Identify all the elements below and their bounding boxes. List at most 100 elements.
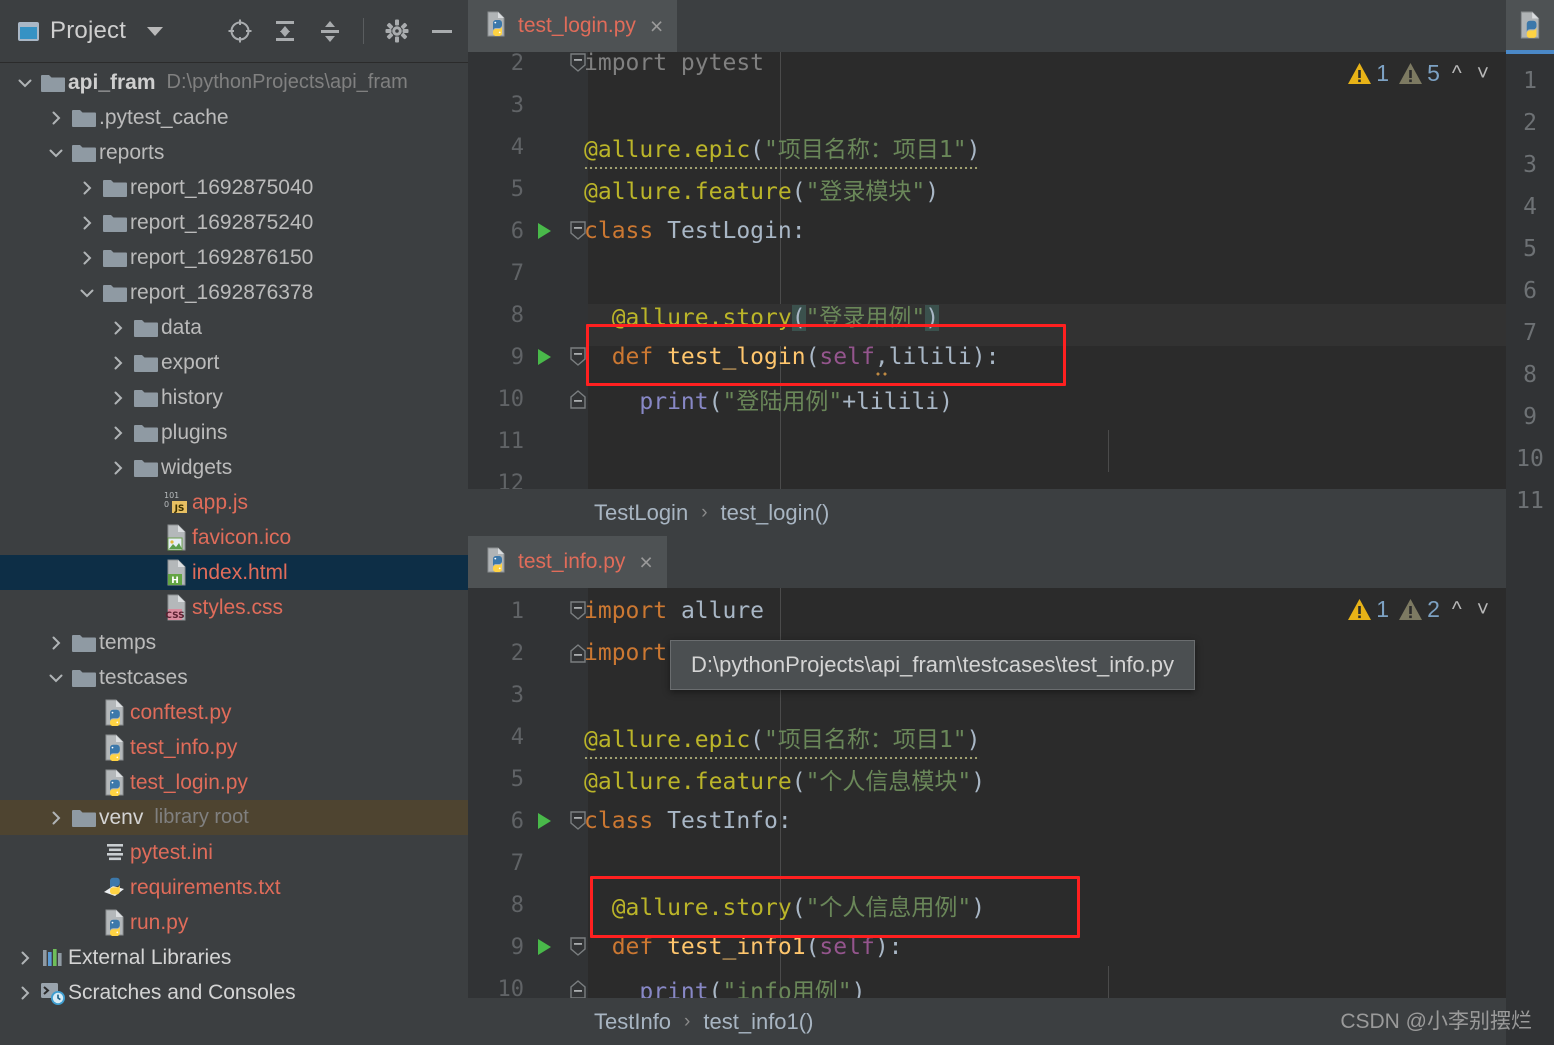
editor-body-bottom[interactable]: 1 2 ^ ˅ 1 import allure 2 import 3 4 @allure.e…: [468, 588, 1554, 998]
chevron-right-icon[interactable]: [74, 179, 100, 197]
chevron-right-icon[interactable]: [43, 809, 69, 827]
tree-row-index-html[interactable]: H index.html: [0, 555, 468, 590]
tree-row-export[interactable]: export: [0, 345, 468, 380]
code-line[interactable]: 9 def test_login(self,lilili):: [468, 336, 1554, 378]
tree-row-testcases[interactable]: testcases: [0, 660, 468, 695]
close-icon[interactable]: ×: [650, 14, 663, 38]
chevron-down-icon[interactable]: [147, 26, 164, 36]
right-strip-tab[interactable]: [1506, 0, 1554, 54]
tree-row-report-1692876378[interactable]: report_1692876378: [0, 275, 468, 310]
code-line[interactable]: 6 class TestInfo:: [468, 800, 1554, 842]
tree-row-temps[interactable]: temps: [0, 625, 468, 660]
chevron-right-icon[interactable]: [105, 459, 131, 477]
chevron-down-icon[interactable]: [12, 74, 38, 92]
tree-row-report-1692875040[interactable]: report_1692875040: [0, 170, 468, 205]
tree-row-scratches-and-consoles[interactable]: Scratches and Consoles: [0, 975, 468, 1010]
chevron-right-icon[interactable]: [105, 424, 131, 442]
breadcrumb-top[interactable]: TestLogin › test_login(): [468, 489, 1554, 536]
project-dropdown[interactable]: Project: [18, 17, 164, 45]
tree-row-api-fram[interactable]: api_fram D:\pythonProjects\api_fram: [0, 65, 468, 100]
code-content-top[interactable]: 2 import pytest 3 4 @allure.epic("项目名称：项目1")…: [468, 52, 1554, 489]
tree-row-styles-css[interactable]: CSS styles.css: [0, 590, 468, 625]
code-line[interactable]: 6 class TestLogin:: [468, 210, 1554, 252]
project-file-tree[interactable]: api_fram D:\pythonProjects\api_fram .pytes…: [0, 63, 468, 1045]
chevron-right-icon[interactable]: [105, 354, 131, 372]
code-line[interactable]: 5 @allure.feature("个人信息模块"): [468, 758, 1554, 800]
folder-icon: [100, 212, 130, 234]
code-line[interactable]: 10 print("info用例"): [468, 968, 1554, 998]
code-line[interactable]: 5 @allure.feature("登录模块"): [468, 168, 1554, 210]
collapse-all-icon[interactable]: [316, 17, 344, 45]
code-line[interactable]: 7: [468, 252, 1554, 294]
tree-row-widgets[interactable]: widgets: [0, 450, 468, 485]
run-gutter-icon[interactable]: [534, 347, 554, 367]
breadcrumb-item[interactable]: TestInfo: [594, 1009, 671, 1035]
warning-badge[interactable]: 1: [1347, 596, 1389, 623]
chevron-right-icon[interactable]: [105, 389, 131, 407]
chevron-down-icon[interactable]: [43, 144, 69, 162]
next-problem-icon[interactable]: ˅: [1474, 62, 1492, 86]
tree-row--pytest-cache[interactable]: .pytest_cache: [0, 100, 468, 135]
tree-row-test-login-py[interactable]: test_login.py: [0, 765, 468, 800]
code-line[interactable]: 11: [468, 420, 1554, 462]
tree-row-venv[interactable]: venv library root: [0, 800, 468, 835]
tree-row-app-js[interactable]: 101 0 JS app.js: [0, 485, 468, 520]
inspection-badges-bottom[interactable]: 1 2 ^ ˅: [1347, 596, 1492, 623]
tree-row-report-1692876150[interactable]: report_1692876150: [0, 240, 468, 275]
chevron-right-icon[interactable]: [43, 634, 69, 652]
editor-body-top[interactable]: 1 5 ^ ˅ 2 import pytest 3 4 @allure.epic("项目…: [468, 52, 1554, 489]
weak-warning-badge[interactable]: 5: [1398, 60, 1440, 87]
chevron-right-icon[interactable]: [74, 249, 100, 267]
expand-all-icon[interactable]: [271, 17, 299, 45]
tree-row-pytest-ini[interactable]: pytest.ini: [0, 835, 468, 870]
chevron-down-icon[interactable]: [43, 669, 69, 687]
run-gutter-icon[interactable]: [534, 811, 554, 831]
code-line[interactable]: 3: [468, 84, 1554, 126]
chevron-right-icon[interactable]: [74, 214, 100, 232]
warning-badge[interactable]: 1: [1347, 60, 1389, 87]
tree-row-plugins[interactable]: plugins: [0, 415, 468, 450]
tree-row-label: venv: [99, 805, 144, 829]
breadcrumb-item[interactable]: test_info1(): [703, 1009, 813, 1035]
tree-row-test-info-py[interactable]: test_info.py: [0, 730, 468, 765]
tab-test-info-py[interactable]: test_info.py ×: [468, 536, 667, 588]
code-line[interactable]: 10 print("登陆用例"+lilili): [468, 378, 1554, 420]
code-line[interactable]: 7: [468, 842, 1554, 884]
tree-row-requirements-txt[interactable]: requirements.txt: [0, 870, 468, 905]
run-gutter-icon[interactable]: [534, 937, 554, 957]
py-file-icon: [100, 699, 130, 726]
settings-gear-icon[interactable]: [383, 17, 411, 45]
previous-problem-icon[interactable]: ^: [1449, 598, 1465, 622]
tree-row-history[interactable]: history: [0, 380, 468, 415]
code-line[interactable]: 4 @allure.epic("项目名称：项目1"): [468, 716, 1554, 759]
chevron-down-icon[interactable]: [74, 284, 100, 302]
tree-row-data[interactable]: data: [0, 310, 468, 345]
breadcrumb-item[interactable]: test_login(): [721, 500, 830, 526]
line-number: 6: [1523, 278, 1537, 304]
next-problem-icon[interactable]: ˅: [1474, 598, 1492, 622]
chevron-right-icon[interactable]: [12, 949, 38, 967]
weak-warning-badge[interactable]: 2: [1398, 596, 1440, 623]
previous-problem-icon[interactable]: ^: [1449, 62, 1465, 86]
close-icon[interactable]: ×: [639, 550, 652, 574]
breadcrumb-item[interactable]: TestLogin: [594, 500, 688, 526]
minimize-icon[interactable]: [428, 17, 456, 45]
chevron-right-icon[interactable]: [43, 109, 69, 127]
code-line[interactable]: 8 @allure.story("登录用例"): [468, 294, 1554, 336]
inspection-badges-top[interactable]: 1 5 ^ ˅: [1347, 60, 1492, 87]
chevron-right-icon[interactable]: [105, 319, 131, 337]
code-line[interactable]: 4 @allure.epic("项目名称：项目1"): [468, 126, 1554, 169]
tree-row-reports[interactable]: reports: [0, 135, 468, 170]
tree-row-report-1692875240[interactable]: report_1692875240: [0, 205, 468, 240]
locate-icon[interactable]: [226, 17, 254, 45]
code-line[interactable]: 12: [468, 462, 1554, 490]
tree-row-conftest-py[interactable]: conftest.py: [0, 695, 468, 730]
tab-test-login-py[interactable]: test_login.py ×: [468, 0, 678, 52]
run-gutter-icon[interactable]: [534, 221, 554, 241]
tree-row-external-libraries[interactable]: External Libraries: [0, 940, 468, 975]
code-line[interactable]: 8 @allure.story("个人信息用例"): [468, 884, 1554, 926]
code-line[interactable]: 9 def test_info1(self):: [468, 926, 1554, 968]
tree-row-run-py[interactable]: run.py: [0, 905, 468, 940]
tree-row-favicon-ico[interactable]: favicon.ico: [0, 520, 468, 555]
chevron-right-icon[interactable]: [12, 984, 38, 1002]
